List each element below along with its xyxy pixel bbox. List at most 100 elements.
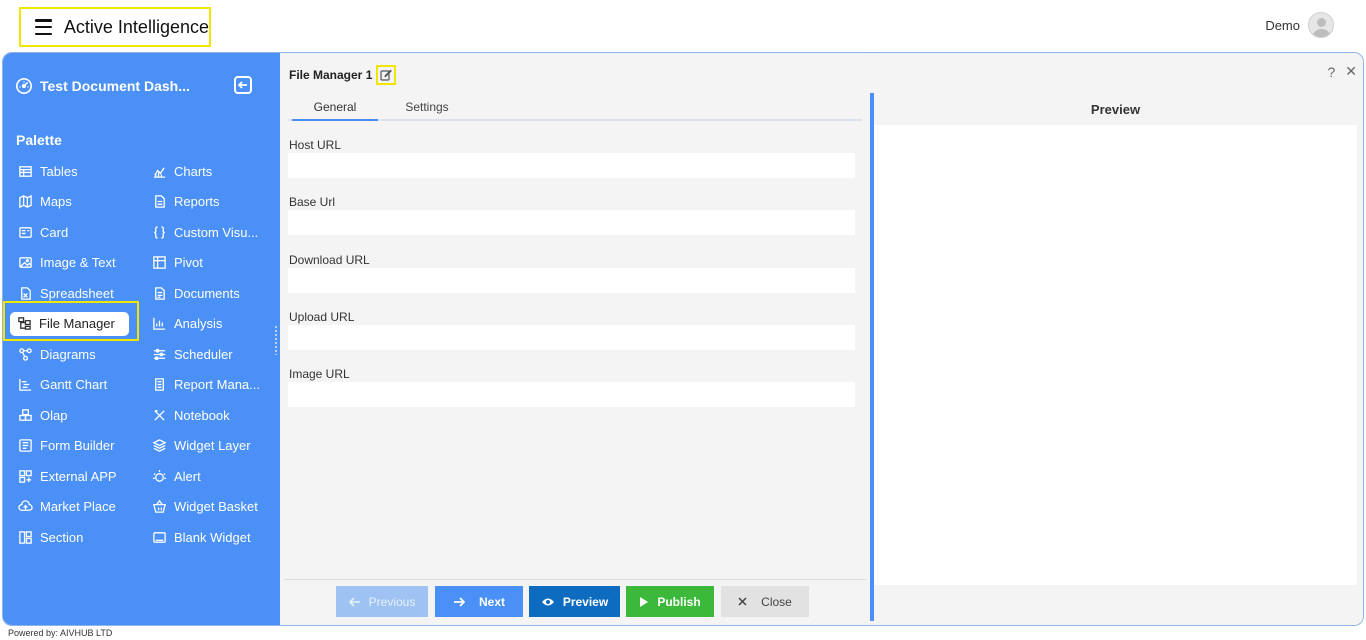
palette-item-label: Spreadsheet — [40, 285, 114, 301]
palette-item-section[interactable]: Section — [17, 526, 83, 548]
palette-item-image-and-text[interactable]: Image & Text — [17, 252, 116, 274]
palette-item-label: Report Mana... — [174, 377, 260, 392]
palette-item-reports[interactable]: Reports — [151, 191, 220, 213]
palette-item-analysis[interactable]: Analysis — [151, 313, 222, 335]
collapse-sidebar-button[interactable] — [234, 76, 252, 94]
palette-item-maps[interactable]: Maps — [17, 191, 72, 213]
palette-item-charts[interactable]: Charts — [151, 160, 212, 182]
previous-button[interactable]: Previous — [336, 586, 428, 617]
preview-panel: Preview — [874, 53, 1363, 625]
palette-item-widget-basket[interactable]: Widget Basket — [151, 496, 258, 518]
palette-item-label: Documents — [174, 285, 240, 301]
palette-item-label: Blank Widget — [174, 529, 251, 545]
edit-name-button[interactable] — [376, 65, 397, 85]
palette-item-pivot[interactable]: Pivot — [151, 252, 203, 274]
palette-item-label: Form Builder — [40, 438, 115, 453]
palette-item-card[interactable]: Card — [17, 221, 68, 243]
app-name: Active Intelligence — [63, 16, 209, 37]
dashboard-icon — [15, 77, 33, 95]
chart-icon — [151, 163, 167, 179]
arrow-right-icon — [453, 596, 465, 607]
publish-label: Publish — [657, 594, 701, 609]
help-icon[interactable]: ? — [1327, 64, 1335, 80]
palette-item-label: Alert — [174, 468, 201, 484]
palette-item-label: Tables — [40, 163, 78, 179]
diagram-icon — [17, 346, 33, 362]
top-bar: Active Intelligence Demo — [0, 0, 1366, 52]
palette-item-blank-widget[interactable]: Blank Widget — [151, 526, 251, 548]
dashboard-title: Test Document Dash... — [15, 77, 190, 95]
basket-icon — [151, 499, 167, 515]
notebook-icon — [151, 407, 167, 423]
palette-item-widget-layer[interactable]: Widget Layer — [151, 435, 251, 457]
close-window-icon[interactable]: ✕ — [1345, 63, 1357, 80]
layers-icon — [151, 438, 167, 454]
scheduler-icon — [151, 346, 167, 362]
download-url-label: Download URL — [289, 253, 370, 267]
image-url-input[interactable] — [288, 382, 855, 407]
braces-icon — [151, 224, 167, 240]
palette-item-notebook[interactable]: Notebook — [151, 404, 230, 426]
palette-item-scheduler[interactable]: Scheduler — [151, 343, 233, 365]
palette-item-market-place[interactable]: Market Place — [17, 496, 116, 518]
avatar[interactable] — [1308, 12, 1334, 38]
download-url-input[interactable] — [288, 268, 855, 293]
sidebar: Test Document Dash... Palette Tables Maps… — [3, 53, 280, 625]
palette-item-label: Card — [40, 224, 69, 240]
palette-item-tables[interactable]: Tables — [17, 160, 78, 182]
map-icon — [17, 194, 33, 210]
tab-general[interactable]: General — [292, 95, 378, 121]
host-url-label: Host URL — [289, 138, 342, 152]
palette-item-gantt-chart[interactable]: Gantt Chart — [17, 374, 107, 396]
palette-item-label: Maps — [40, 194, 72, 209]
palette-item-report-mana[interactable]: Report Mana... — [151, 374, 260, 396]
palette-item-label: Analysis — [174, 316, 223, 331]
form-icon — [17, 438, 33, 454]
sidebar-resize-handle[interactable] — [274, 325, 278, 355]
eye-icon — [541, 598, 554, 605]
highlight-outline — [3, 301, 139, 341]
tab-settings[interactable]: Settings — [384, 95, 470, 121]
edit-icon — [380, 69, 393, 81]
user-menu[interactable]: Demo — [1265, 12, 1334, 38]
preview-label: Preview — [562, 594, 609, 609]
apps-icon — [17, 468, 33, 484]
close-button[interactable]: Close — [721, 586, 809, 617]
palette-item-label: Olap — [40, 407, 68, 423]
preview-canvas — [874, 125, 1357, 585]
arrow-left-icon — [238, 81, 247, 89]
palette-item-external-app[interactable]: External APP — [17, 465, 117, 487]
palette-item-diagrams[interactable]: Diagrams — [17, 343, 96, 365]
palette-item-label: Diagrams — [40, 346, 96, 362]
next-button[interactable]: Next — [435, 586, 523, 617]
base-url-input[interactable] — [288, 210, 855, 235]
powered-by: Powered by: AIVHUB LTD — [8, 628, 113, 638]
upload-url-input[interactable] — [288, 325, 855, 350]
palette-item-label: Custom Visu... — [174, 224, 259, 240]
report-icon — [151, 194, 167, 210]
host-url-input[interactable] — [288, 153, 855, 178]
hamburger-menu-icon[interactable] — [35, 19, 52, 35]
palette-item-label: Market Place — [40, 499, 116, 514]
palette-item-label: Notebook — [174, 407, 230, 423]
palette-item-label: Charts — [174, 163, 213, 179]
analysis-icon — [151, 316, 167, 332]
palette-item-custom-visu[interactable]: Custom Visu... — [151, 221, 258, 243]
brand: Active Intelligence — [19, 7, 211, 47]
palette-item-alert[interactable]: Alert — [151, 465, 201, 487]
card-icon — [17, 224, 33, 240]
close-label: Close — [761, 594, 792, 609]
report-manager-icon — [151, 377, 167, 393]
play-icon — [640, 596, 649, 607]
editor-tabs: General Settings — [288, 95, 862, 121]
gantt-icon — [17, 377, 33, 393]
publish-button[interactable]: Publish — [626, 586, 714, 617]
preview-button[interactable]: Preview — [529, 586, 620, 617]
image-icon — [17, 255, 33, 271]
palette-item-documents[interactable]: Documents — [151, 282, 240, 304]
cloud-icon — [17, 499, 33, 515]
palette-item-form-builder[interactable]: Form Builder — [17, 435, 114, 457]
editor-title: File Manager 1 — [289, 65, 397, 85]
next-label: Next — [478, 594, 505, 609]
palette-item-olap[interactable]: Olap — [17, 404, 67, 426]
